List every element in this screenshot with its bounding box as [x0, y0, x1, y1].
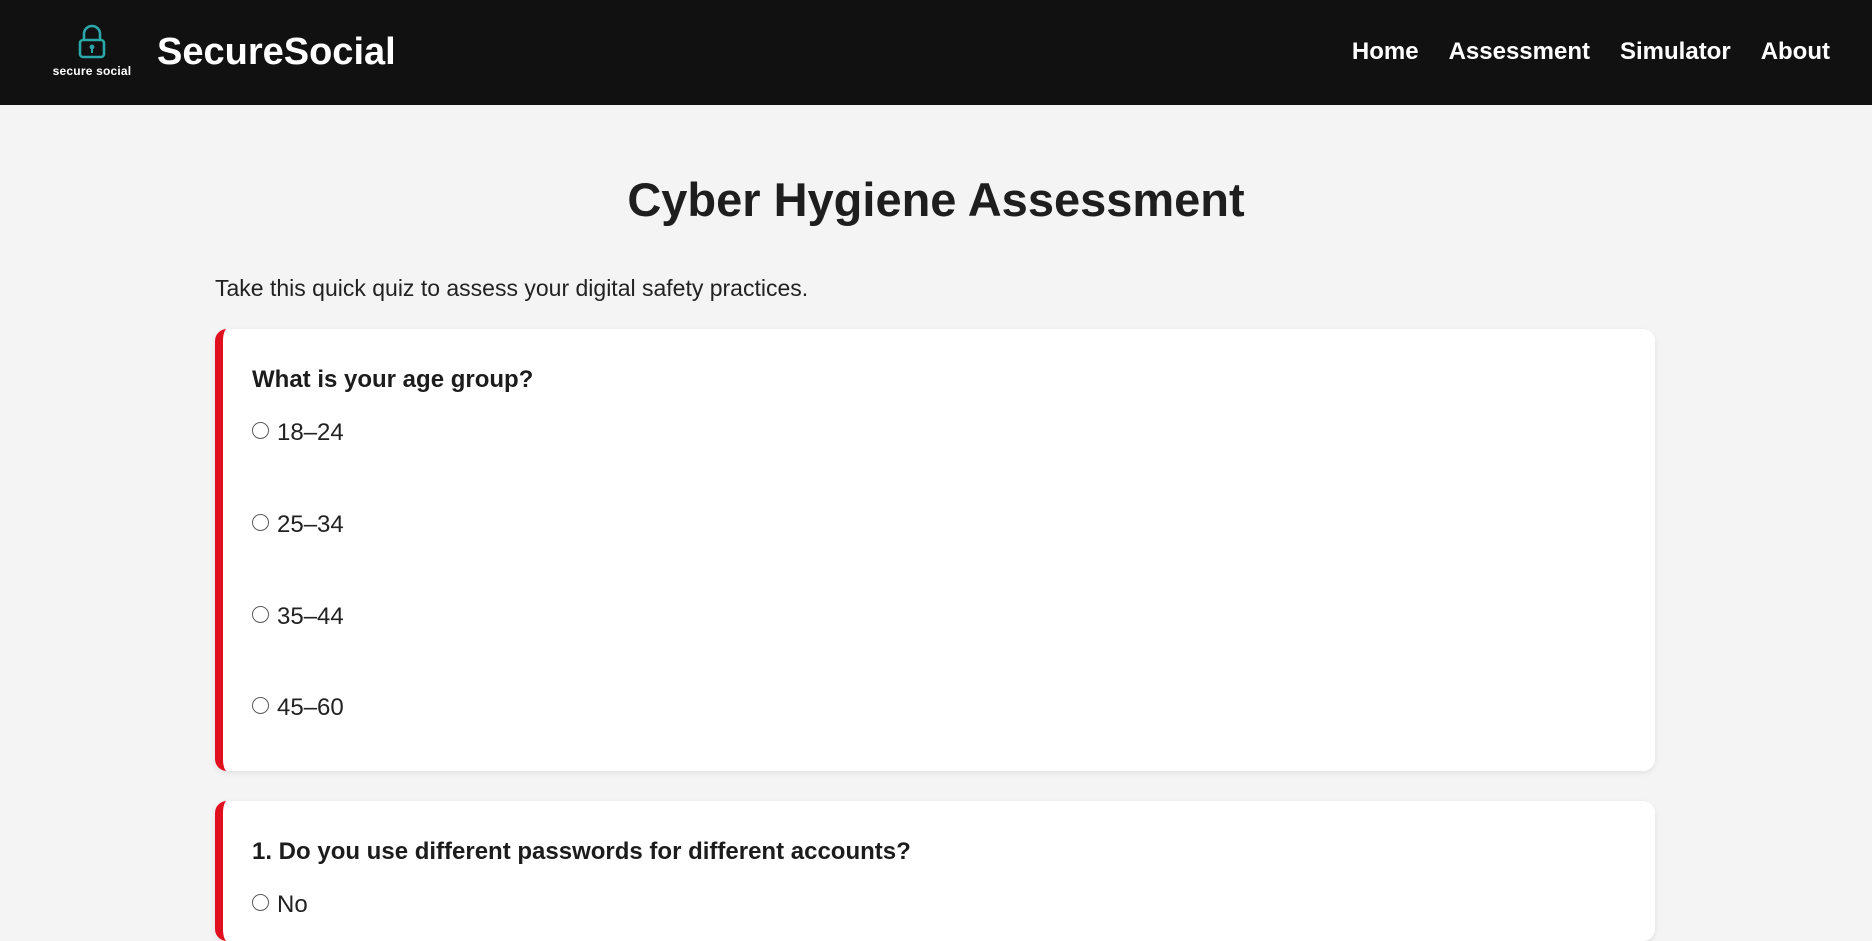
intro-text: Take this quick quiz to assess your digi… [215, 275, 809, 301]
radio-button[interactable] [252, 893, 269, 911]
question-card: 1. Do you use different passwords for di… [215, 801, 1655, 941]
radio-button[interactable] [252, 421, 269, 439]
question-text: What is your age group? [252, 366, 534, 393]
option-18-24[interactable]: 18–24 [252, 418, 344, 448]
option-label: 25–34 [277, 511, 344, 538]
nav-home[interactable]: Home [1352, 36, 1419, 68]
option-label: 18–24 [277, 419, 344, 446]
top-navbar: secure social SecureSocial Home Assessme… [0, 0, 1872, 105]
main-nav: Home Assessment Simulator About [1322, 36, 1830, 68]
nav-simulator[interactable]: Simulator [1620, 36, 1731, 68]
option-45-60[interactable]: 45–60 [252, 693, 344, 723]
page-title: Cyber Hygiene Assessment [627, 173, 1245, 226]
nav-about[interactable]: About [1761, 36, 1830, 68]
option-35-44[interactable]: 35–44 [252, 602, 344, 632]
option-no[interactable]: No [252, 890, 308, 920]
option-label: 45–60 [277, 694, 344, 721]
option-label: No [277, 891, 308, 918]
option-label: 35–44 [277, 603, 344, 630]
radio-button[interactable] [252, 513, 269, 531]
option-25-34[interactable]: 25–34 [252, 510, 344, 540]
logo-caption: secure social [52, 64, 132, 78]
brand-name[interactable]: SecureSocial [157, 29, 396, 75]
question-card: What is your age group? 18–24 25–34 35–4… [215, 329, 1655, 771]
radio-button[interactable] [252, 696, 269, 714]
question-text: 1. Do you use different passwords for di… [252, 838, 911, 865]
radio-button[interactable] [252, 605, 269, 623]
logo[interactable]: secure social [50, 24, 134, 80]
lock-icon [78, 24, 106, 59]
nav-assessment[interactable]: Assessment [1449, 36, 1590, 68]
